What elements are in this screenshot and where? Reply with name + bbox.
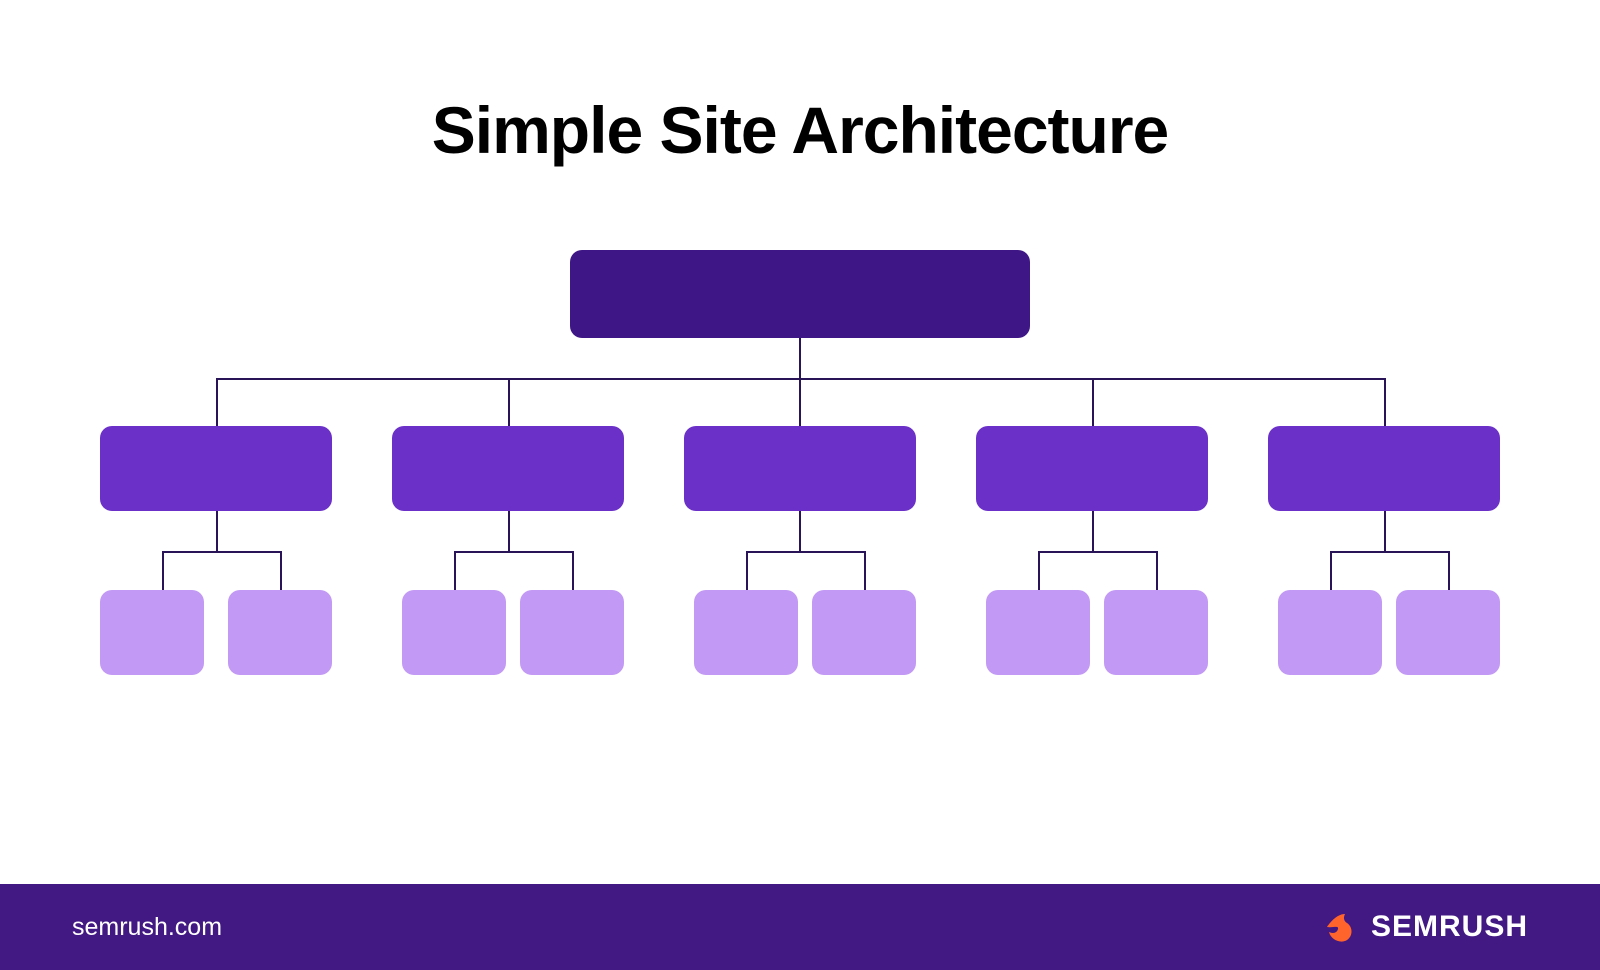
hierarchy-diagram bbox=[100, 250, 1500, 750]
flame-icon bbox=[1319, 906, 1361, 948]
leaf-node bbox=[520, 590, 624, 675]
connector-line bbox=[1038, 551, 1156, 553]
connector-line bbox=[1038, 551, 1040, 590]
connector-line bbox=[864, 551, 866, 590]
connector-line bbox=[799, 378, 801, 426]
leaf-node bbox=[986, 590, 1090, 675]
category-node bbox=[1268, 426, 1500, 511]
brand-name: SEMRUSH bbox=[1371, 910, 1528, 944]
leaf-node bbox=[100, 590, 204, 675]
connector-line bbox=[454, 551, 572, 553]
leaf-node bbox=[402, 590, 506, 675]
leaf-node bbox=[228, 590, 332, 675]
leaf-node bbox=[812, 590, 916, 675]
leaf-node bbox=[1278, 590, 1382, 675]
category-node bbox=[392, 426, 624, 511]
leaf-node bbox=[694, 590, 798, 675]
connector-line bbox=[1092, 378, 1094, 426]
footer-url: semrush.com bbox=[72, 913, 222, 942]
connector-line bbox=[1330, 551, 1448, 553]
category-node bbox=[976, 426, 1208, 511]
connector-line bbox=[216, 511, 218, 551]
footer-bar: semrush.com SEMRUSH bbox=[0, 884, 1600, 970]
leaf-node bbox=[1104, 590, 1208, 675]
connector-line bbox=[1330, 551, 1332, 590]
connector-line bbox=[162, 551, 280, 553]
connector-line bbox=[572, 551, 574, 590]
connector-line bbox=[1092, 511, 1094, 551]
brand-logo: SEMRUSH bbox=[1319, 906, 1528, 948]
connector-line bbox=[799, 338, 801, 378]
category-node bbox=[100, 426, 332, 511]
connector-line bbox=[746, 551, 748, 590]
connector-line bbox=[1448, 551, 1450, 590]
connector-line bbox=[508, 378, 510, 426]
connector-line bbox=[508, 511, 510, 551]
connector-line bbox=[1384, 378, 1386, 426]
category-node bbox=[684, 426, 916, 511]
connector-line bbox=[280, 551, 282, 590]
diagram-title: Simple Site Architecture bbox=[0, 0, 1600, 168]
connector-line bbox=[162, 551, 164, 590]
connector-line bbox=[454, 551, 456, 590]
connector-line bbox=[799, 511, 801, 551]
connector-line bbox=[746, 551, 864, 553]
connector-line bbox=[1384, 511, 1386, 551]
root-node bbox=[570, 250, 1030, 338]
connector-line bbox=[216, 378, 218, 426]
leaf-node bbox=[1396, 590, 1500, 675]
connector-line bbox=[1156, 551, 1158, 590]
